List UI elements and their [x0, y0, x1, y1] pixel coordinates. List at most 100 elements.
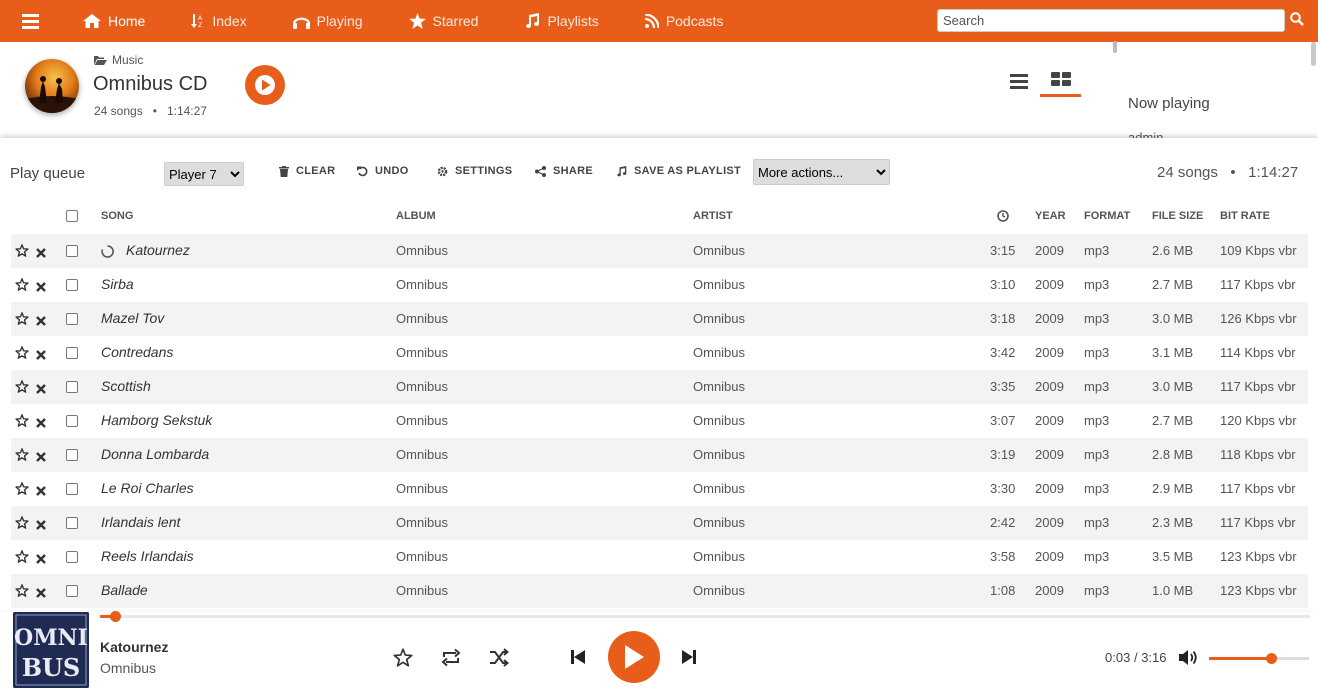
song-title[interactable]: Donna Lombarda: [101, 446, 209, 462]
star-icon[interactable]: [15, 346, 29, 362]
album-name[interactable]: Omnibus: [396, 277, 448, 292]
volume-slider[interactable]: [1209, 653, 1309, 664]
star-icon[interactable]: [15, 482, 29, 498]
progress-bar[interactable]: [100, 611, 1310, 622]
row-checkbox[interactable]: [66, 415, 78, 427]
star-icon[interactable]: [15, 448, 29, 464]
artist-name[interactable]: Omnibus: [693, 243, 745, 258]
row-checkbox[interactable]: [66, 381, 78, 393]
star-icon[interactable]: [15, 278, 29, 294]
album-name[interactable]: Omnibus: [396, 549, 448, 564]
album-name[interactable]: Omnibus: [396, 345, 448, 360]
remove-icon[interactable]: [36, 484, 46, 499]
row-checkbox[interactable]: [66, 517, 78, 529]
search-input[interactable]: [937, 9, 1285, 32]
remove-icon[interactable]: [36, 348, 46, 363]
more-actions-select[interactable]: More actions...: [753, 159, 890, 185]
nav-playing[interactable]: Playing: [270, 0, 386, 42]
table-row[interactable]: Katournez Omnibus Omnibus 3:15 2009 mp3 2.6 MB…: [11, 234, 1308, 268]
star-icon[interactable]: [15, 380, 29, 396]
remove-icon[interactable]: [36, 518, 46, 533]
play-pause-button[interactable]: [608, 631, 660, 683]
remove-icon[interactable]: [36, 280, 46, 295]
artist-name[interactable]: Omnibus: [693, 413, 745, 428]
table-row[interactable]: Reels Irlandais Omnibus Omnibus 3:58 2009 mp3…: [11, 540, 1308, 574]
song-title[interactable]: Hamborg Sekstuk: [101, 412, 212, 428]
table-row[interactable]: Scottish Omnibus Omnibus 3:35 2009 mp3 3.0 MB 1…: [11, 370, 1308, 404]
header-artist[interactable]: ARTIST: [693, 210, 733, 222]
header-album[interactable]: ALBUM: [396, 210, 436, 222]
nav-podcasts[interactable]: Podcasts: [622, 0, 747, 42]
song-title[interactable]: Irlandais lent: [101, 514, 180, 530]
play-album-button[interactable]: [245, 65, 285, 105]
album-name[interactable]: Omnibus: [396, 583, 448, 598]
nav-index[interactable]: AZ Index: [168, 0, 269, 42]
table-row[interactable]: Donna Lombarda Omnibus Omnibus 3:19 2009 mp3 2…: [11, 438, 1308, 472]
song-title[interactable]: Contredans: [101, 344, 173, 360]
settings-button[interactable]: SETTINGS: [437, 165, 512, 177]
artist-name[interactable]: Omnibus: [693, 515, 745, 530]
nav-starred[interactable]: Starred: [386, 0, 502, 42]
row-checkbox[interactable]: [66, 313, 78, 325]
artist-name[interactable]: Omnibus: [693, 311, 745, 326]
star-track-button[interactable]: [393, 648, 413, 672]
table-row[interactable]: Mazel Tov Omnibus Omnibus 3:18 2009 mp3 3.0 MB…: [11, 302, 1308, 336]
table-row[interactable]: Le Roi Charles Omnibus Omnibus 3:30 2009 mp3 2…: [11, 472, 1308, 506]
star-icon[interactable]: [15, 312, 29, 328]
song-title[interactable]: Scottish: [101, 378, 151, 394]
nav-playlists[interactable]: Playlists: [501, 0, 621, 42]
player-select[interactable]: Player 7: [164, 162, 244, 186]
row-checkbox[interactable]: [66, 279, 78, 291]
share-button[interactable]: SHARE: [535, 165, 593, 177]
row-checkbox[interactable]: [66, 551, 78, 563]
header-file-size[interactable]: FILE SIZE: [1152, 210, 1203, 222]
previous-track-button[interactable]: [571, 649, 585, 670]
album-art[interactable]: [25, 59, 79, 113]
player-track-artist[interactable]: Omnibus: [100, 660, 156, 676]
breadcrumb[interactable]: Music: [94, 53, 143, 67]
artist-name[interactable]: Omnibus: [693, 481, 745, 496]
header-song[interactable]: SONG: [101, 210, 133, 222]
album-name[interactable]: Omnibus: [396, 413, 448, 428]
song-title[interactable]: Katournez: [126, 242, 190, 258]
remove-icon[interactable]: [36, 416, 46, 431]
album-name[interactable]: Omnibus: [396, 243, 448, 258]
song-title[interactable]: Reels Irlandais: [101, 548, 194, 564]
song-title[interactable]: Sirba: [101, 276, 134, 292]
row-checkbox[interactable]: [66, 245, 78, 257]
artist-name[interactable]: Omnibus: [693, 447, 745, 462]
header-year[interactable]: YEAR: [1035, 210, 1066, 222]
row-checkbox[interactable]: [66, 585, 78, 597]
list-view-button[interactable]: [1010, 73, 1028, 94]
table-row[interactable]: Irlandais lent Omnibus Omnibus 2:42 2009 mp3 2…: [11, 506, 1308, 540]
star-icon[interactable]: [15, 414, 29, 430]
player-track-title[interactable]: Katournez: [100, 639, 168, 655]
mute-button[interactable]: [1179, 649, 1198, 671]
page-scrollbar[interactable]: [1311, 42, 1316, 66]
remove-icon[interactable]: [36, 552, 46, 567]
header-format[interactable]: FORMAT: [1084, 210, 1130, 222]
clear-button[interactable]: CLEAR: [279, 165, 335, 177]
album-name[interactable]: Omnibus: [396, 447, 448, 462]
album-name[interactable]: Omnibus: [396, 481, 448, 496]
menu-toggle-button[interactable]: [0, 0, 60, 42]
shuffle-button[interactable]: [489, 648, 510, 672]
table-row[interactable]: Ballade Omnibus Omnibus 1:08 2009 mp3 1.0 MB 12…: [11, 574, 1308, 608]
row-checkbox[interactable]: [66, 449, 78, 461]
table-row[interactable]: Contredans Omnibus Omnibus 3:42 2009 mp3 3.1 M…: [11, 336, 1308, 370]
save-as-playlist-button[interactable]: SAVE AS PLAYLIST: [616, 165, 741, 177]
search-button[interactable]: [1290, 12, 1304, 31]
row-checkbox[interactable]: [66, 347, 78, 359]
star-icon[interactable]: [15, 244, 29, 260]
select-all-checkbox[interactable]: [66, 210, 78, 222]
song-title[interactable]: Le Roi Charles: [101, 480, 194, 496]
artist-name[interactable]: Omnibus: [693, 583, 745, 598]
song-title[interactable]: Ballade: [101, 582, 148, 598]
remove-icon[interactable]: [36, 450, 46, 465]
table-row[interactable]: Hamborg Sekstuk Omnibus Omnibus 3:07 2009 mp3…: [11, 404, 1308, 438]
artist-name[interactable]: Omnibus: [693, 345, 745, 360]
artist-name[interactable]: Omnibus: [693, 549, 745, 564]
artist-name[interactable]: Omnibus: [693, 379, 745, 394]
nav-home[interactable]: Home: [60, 0, 168, 42]
grid-view-button[interactable]: [1040, 70, 1081, 97]
